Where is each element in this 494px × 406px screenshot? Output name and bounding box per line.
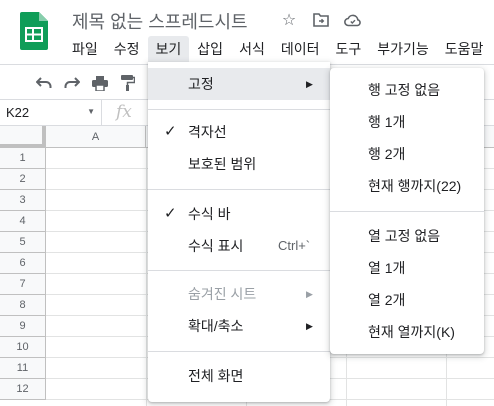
row-header-3[interactable]: 3 xyxy=(0,190,46,211)
name-box[interactable]: K22 ▼ xyxy=(0,100,102,126)
menu-item-zoom[interactable]: 확대/축소 ▶ xyxy=(148,310,330,342)
row-header-9[interactable]: 9 xyxy=(0,316,46,337)
submenu-arrow-icon: ▶ xyxy=(306,79,313,89)
row-header-1[interactable]: 1 xyxy=(0,148,46,169)
menu-item-gridlines[interactable]: ✓ 격자선 xyxy=(148,116,330,148)
menu-item-label: 현재 행까지(22) xyxy=(368,178,462,194)
menu-item-label: 격자선 xyxy=(188,124,227,140)
menu-divider xyxy=(330,211,484,212)
menu-item-label: 확대/축소 xyxy=(188,318,244,334)
submenu-arrow-icon: ▶ xyxy=(306,321,313,331)
menu-item-two-cols[interactable]: 열 2개 xyxy=(330,284,484,316)
row-header-10[interactable]: 10 xyxy=(0,337,46,358)
menu-format[interactable]: 서식 xyxy=(231,36,273,62)
menu-divider xyxy=(148,270,330,271)
menu-divider xyxy=(148,109,330,110)
row-header-2[interactable]: 2 xyxy=(0,169,46,190)
menu-item-label: 수식 바 xyxy=(188,206,231,222)
row-header-6[interactable]: 6 xyxy=(0,253,46,274)
row-header-5[interactable]: 5 xyxy=(0,232,46,253)
menu-item-label: 수식 표시 xyxy=(188,238,244,254)
submenu-arrow-icon: ▶ xyxy=(306,289,313,299)
menu-addons[interactable]: 부가기능 xyxy=(369,36,437,62)
menu-tools[interactable]: 도구 xyxy=(327,36,369,62)
menu-file[interactable]: 파일 xyxy=(64,36,106,62)
name-box-dropdown-icon[interactable]: ▼ xyxy=(87,107,95,116)
view-menu-dropdown: 고정 ▶ ✓ 격자선 보호된 범위 ✓ 수식 바 수식 표시 Ctrl+` 숨겨… xyxy=(148,62,330,402)
menu-item-label: 행 1개 xyxy=(368,114,406,130)
menu-item-one-row[interactable]: 행 1개 xyxy=(330,106,484,138)
menu-item-up-to-col[interactable]: 현재 열까지(K) xyxy=(330,316,484,348)
menu-item-no-rows[interactable]: 행 고정 없음 xyxy=(330,74,484,106)
gridline xyxy=(146,148,147,406)
menu-item-label: 열 고정 없음 xyxy=(368,228,441,244)
print-icon[interactable] xyxy=(90,73,110,93)
freeze-submenu: 행 고정 없음 행 1개 행 2개 현재 행까지(22) 열 고정 없음 열 1… xyxy=(330,68,484,354)
shortcut-label: Ctrl+` xyxy=(278,238,311,253)
menu-item-up-to-row[interactable]: 현재 행까지(22) xyxy=(330,170,484,202)
menu-item-label: 행 고정 없음 xyxy=(368,82,441,98)
menu-item-label: 열 1개 xyxy=(368,260,406,276)
menu-view[interactable]: 보기 xyxy=(147,36,190,62)
row-header-4[interactable]: 4 xyxy=(0,211,46,232)
checkmark-icon: ✓ xyxy=(164,123,177,140)
menu-item-hidden-sheets: 숨겨진 시트 ▶ xyxy=(148,278,330,310)
menu-item-label: 행 2개 xyxy=(368,146,406,162)
menu-insert[interactable]: 삽입 xyxy=(189,36,231,62)
name-box-value: K22 xyxy=(6,105,30,120)
menu-item-label: 보호된 범위 xyxy=(188,156,257,172)
menu-data[interactable]: 데이터 xyxy=(273,36,328,62)
star-icon[interactable]: ☆ xyxy=(278,9,300,31)
menu-edit[interactable]: 수정 xyxy=(106,36,148,62)
menu-bar: 파일 수정 보기 삽입 서식 데이터 도구 부가기능 도움말 xyxy=(64,36,491,62)
row-header-7[interactable]: 7 xyxy=(0,274,46,295)
menu-divider xyxy=(148,189,330,190)
menu-item-two-rows[interactable]: 행 2개 xyxy=(330,138,484,170)
column-header-a[interactable]: A xyxy=(46,126,146,148)
menu-item-label: 전체 화면 xyxy=(188,368,244,384)
cloud-status-icon[interactable] xyxy=(342,9,364,31)
checkmark-icon: ✓ xyxy=(164,205,177,222)
menu-item-label: 현재 열까지(K) xyxy=(368,324,455,340)
menu-item-formula-bar[interactable]: ✓ 수식 바 xyxy=(148,198,330,230)
redo-icon[interactable] xyxy=(62,73,82,93)
menu-item-no-columns[interactable]: 열 고정 없음 xyxy=(330,220,484,252)
row-header-12[interactable]: 12 xyxy=(0,379,46,400)
sheets-logo-icon[interactable] xyxy=(20,12,48,50)
undo-icon[interactable] xyxy=(34,73,54,93)
row-header-8[interactable]: 8 xyxy=(0,295,46,316)
move-to-folder-icon[interactable] xyxy=(310,9,332,31)
row-header-11[interactable]: 11 xyxy=(0,358,46,379)
menu-item-label: 숨겨진 시트 xyxy=(188,286,257,302)
select-all-corner[interactable] xyxy=(0,126,46,148)
fx-icon: fx xyxy=(116,102,132,122)
menu-item-full-screen[interactable]: 전체 화면 xyxy=(148,360,330,392)
menu-item-one-col[interactable]: 열 1개 xyxy=(330,252,484,284)
document-title[interactable]: 제목 없는 스프레드시트 xyxy=(72,8,248,34)
menu-item-freeze[interactable]: 고정 ▶ xyxy=(148,68,330,100)
menu-item-show-formulas[interactable]: 수식 표시 Ctrl+` xyxy=(148,230,330,262)
menu-item-label: 고정 xyxy=(188,76,214,92)
menu-item-protected-ranges[interactable]: 보호된 범위 xyxy=(148,148,330,180)
menu-divider xyxy=(148,351,330,352)
menu-help[interactable]: 도움말 xyxy=(437,36,492,62)
menu-item-label: 열 2개 xyxy=(368,292,406,308)
paint-format-icon[interactable] xyxy=(118,73,138,93)
